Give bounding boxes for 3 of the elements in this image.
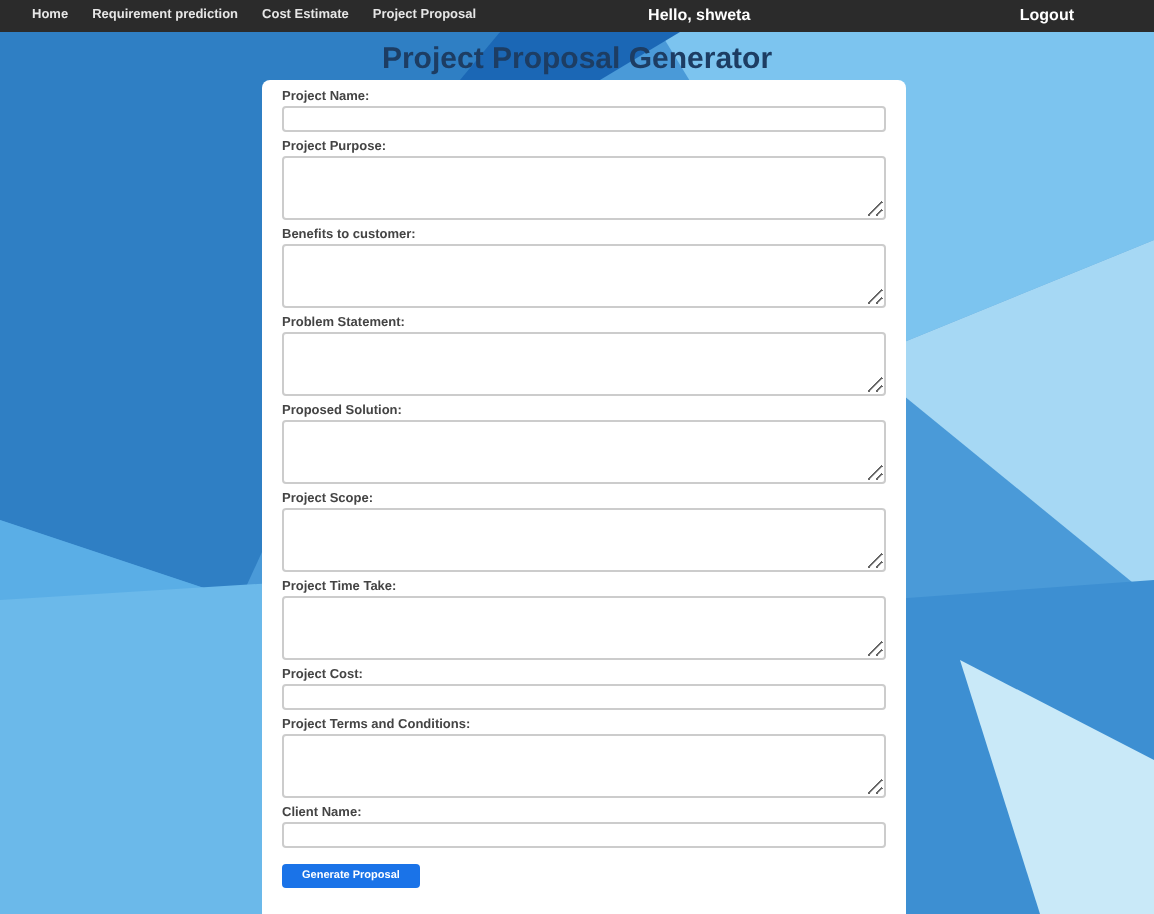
page-title: Project Proposal Generator	[381, 42, 773, 78]
greeting-text: Hello, shweta	[648, 4, 751, 28]
logout-link[interactable]: Logout	[1019, 4, 1074, 28]
